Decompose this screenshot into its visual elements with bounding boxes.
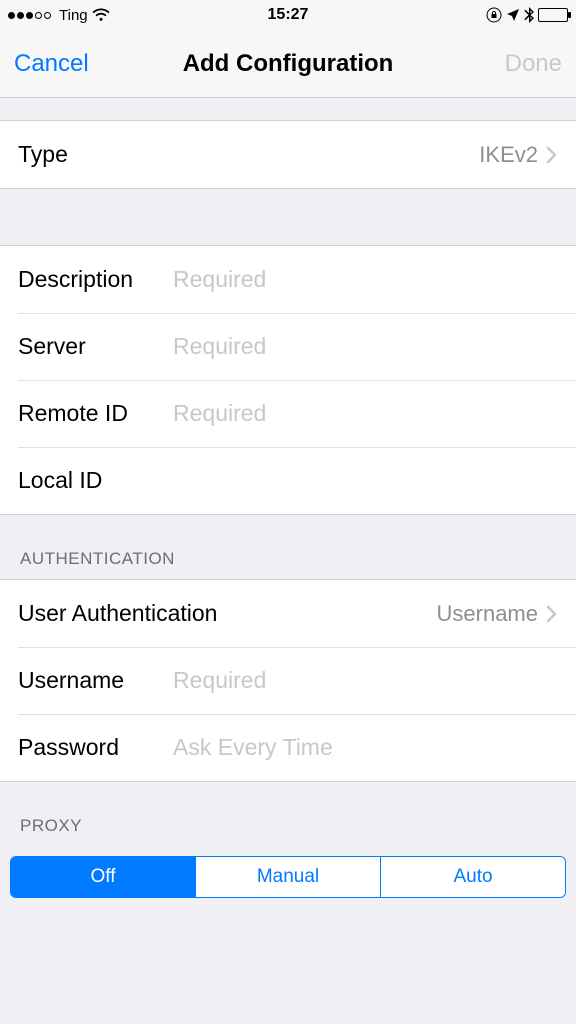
remote-id-input[interactable] <box>173 400 558 427</box>
chevron-right-icon <box>546 605 558 623</box>
server-input[interactable] <box>173 333 558 360</box>
auth-group: User Authentication Username Username Pa… <box>0 579 576 782</box>
user-authentication-value: Username <box>437 601 546 627</box>
status-bar: Ting 15:27 <box>0 0 576 30</box>
location-icon <box>506 8 520 22</box>
bluetooth-icon <box>524 7 534 23</box>
password-input[interactable] <box>173 734 558 761</box>
battery-icon <box>538 8 568 22</box>
description-input[interactable] <box>173 266 558 293</box>
proxy-segmented-wrap: Off Manual Auto <box>0 846 576 908</box>
username-input[interactable] <box>173 667 558 694</box>
remote-id-row[interactable]: Remote ID <box>0 380 576 447</box>
description-row[interactable]: Description <box>0 246 576 313</box>
proxy-option-off[interactable]: Off <box>11 857 195 897</box>
password-row[interactable]: Password <box>0 714 576 781</box>
proxy-header: PROXY <box>0 782 576 846</box>
server-label: Server <box>18 333 173 360</box>
remote-id-label: Remote ID <box>18 400 173 427</box>
type-row[interactable]: Type IKEv2 <box>0 121 576 188</box>
password-label: Password <box>18 734 173 761</box>
user-authentication-label: User Authentication <box>18 600 437 627</box>
cancel-button[interactable]: Cancel <box>14 50 89 78</box>
local-id-row[interactable]: Local ID <box>0 447 576 514</box>
proxy-segmented: Off Manual Auto <box>10 856 566 898</box>
user-authentication-row[interactable]: User Authentication Username <box>0 580 576 647</box>
proxy-option-manual[interactable]: Manual <box>195 857 380 897</box>
orientation-lock-icon <box>486 7 502 23</box>
done-button[interactable]: Done <box>505 50 562 78</box>
local-id-input[interactable] <box>173 467 558 494</box>
authentication-header: AUTHENTICATION <box>0 515 576 579</box>
signal-dots-icon <box>8 12 51 19</box>
chevron-right-icon <box>546 146 558 164</box>
spacer <box>0 189 576 245</box>
local-id-label: Local ID <box>18 467 173 494</box>
type-group: Type IKEv2 <box>0 120 576 189</box>
type-value: IKEv2 <box>479 142 546 168</box>
server-row[interactable]: Server <box>0 313 576 380</box>
username-row[interactable]: Username <box>0 647 576 714</box>
username-label: Username <box>18 667 173 694</box>
type-label: Type <box>18 141 479 168</box>
wifi-icon <box>92 8 110 22</box>
nav-bar: Cancel Add Configuration Done <box>0 30 576 98</box>
description-label: Description <box>18 266 173 293</box>
proxy-option-auto[interactable]: Auto <box>380 857 565 897</box>
config-group: Description Server Remote ID Local ID <box>0 245 576 515</box>
spacer <box>0 98 576 120</box>
carrier-label: Ting <box>59 7 88 24</box>
